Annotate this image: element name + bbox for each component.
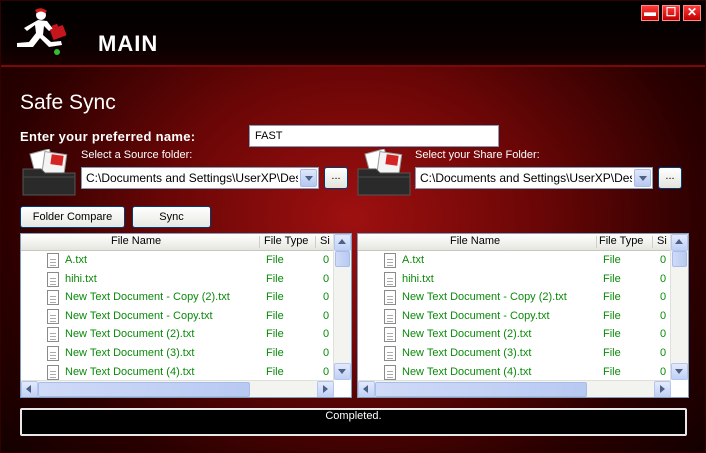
scroll-right-arrow-icon[interactable] (654, 381, 671, 397)
file-icon (384, 364, 396, 380)
file-icon (47, 271, 59, 287)
chevron-down-icon[interactable] (634, 169, 651, 187)
horizontal-scrollbar[interactable] (21, 380, 334, 397)
share-folder-label: Select your Share Folder: (415, 149, 540, 161)
file-icon (384, 253, 396, 268)
preferred-name-input[interactable] (249, 125, 499, 147)
scroll-down-arrow-icon[interactable] (334, 363, 351, 380)
source-folder-combobox[interactable]: C:\Documents and Settings\UserXP\Deskt (81, 167, 319, 189)
file-icon (384, 290, 396, 306)
list-item[interactable]: New Text Document - Copy.txt File 0 (358, 307, 671, 326)
chevron-down-icon[interactable] (300, 169, 317, 187)
scroll-thumb[interactable] (38, 382, 250, 397)
list-item[interactable]: New Text Document (3).txt File 0 (358, 344, 671, 363)
share-folder-combobox[interactable]: C:\Documents and Settings\UserXP\Deskt (415, 167, 653, 189)
list-rows: A.txt File 0 hihi.txt File 0 New Text Docume… (21, 251, 334, 380)
folder-documents-icon (22, 149, 76, 196)
scroll-thumb[interactable] (672, 251, 687, 267)
scroll-up-arrow-icon[interactable] (671, 234, 688, 251)
source-browse-button[interactable]: ... (324, 167, 348, 189)
scroll-thumb[interactable] (375, 382, 587, 397)
scroll-left-arrow-icon[interactable] (21, 381, 38, 397)
file-icon (384, 327, 396, 343)
close-button[interactable]: ✕ (683, 5, 701, 21)
app-window: MAIN ▬ ☐ ✕ Safe Sync Enter your preferre… (0, 0, 706, 453)
column-file-type[interactable]: File Type (599, 235, 643, 247)
sync-button[interactable]: Sync (132, 206, 211, 228)
list-item[interactable]: A.txt File 0 (21, 251, 334, 270)
folder-compare-button[interactable]: Folder Compare (20, 206, 125, 228)
source-folder-label: Select a Source folder: (81, 149, 193, 161)
file-icon (47, 327, 59, 343)
file-icon (47, 290, 59, 306)
list-item[interactable]: New Text Document - Copy (2).txt File 0 (358, 288, 671, 307)
file-icon (384, 271, 396, 287)
list-item[interactable]: New Text Document - Copy.txt File 0 (21, 307, 334, 326)
list-header: File Name File Type Si (358, 234, 671, 251)
list-item[interactable]: New Text Document (3).txt File 0 (21, 344, 334, 363)
column-file-name[interactable]: File Name (111, 235, 161, 247)
vertical-scrollbar[interactable] (333, 234, 351, 380)
column-size[interactable]: Si (657, 235, 667, 247)
list-item[interactable]: hihi.txt File 0 (21, 270, 334, 289)
minimize-button[interactable]: ▬ (641, 5, 659, 21)
list-item[interactable]: New Text Document - Copy (2).txt File 0 (21, 288, 334, 307)
file-icon (47, 253, 59, 268)
status-bar: Completed. (20, 408, 687, 436)
app-title: MAIN (98, 31, 159, 56)
list-rows: A.txt File 0 hihi.txt File 0 New Text Docume… (358, 251, 671, 380)
list-item[interactable]: New Text Document (4).txt File 0 (21, 363, 334, 380)
page-heading: Safe Sync (20, 91, 116, 114)
source-folder-path: C:\Documents and Settings\UserXP\Deskt (86, 171, 298, 185)
list-item[interactable]: New Text Document (2).txt File 0 (21, 325, 334, 344)
title-bar-divider (1, 65, 705, 67)
scroll-down-arrow-icon[interactable] (671, 363, 688, 380)
file-icon (384, 308, 396, 324)
runner-logo-icon (17, 8, 67, 55)
list-item[interactable]: New Text Document (4).txt File 0 (358, 363, 671, 380)
file-icon (47, 345, 59, 361)
column-size[interactable]: Si (320, 235, 330, 247)
list-item[interactable]: A.txt File 0 (358, 251, 671, 270)
column-file-name[interactable]: File Name (450, 235, 500, 247)
source-file-list[interactable]: File Name File Type Si A.txt File 0 hihi.t… (20, 233, 352, 398)
scroll-up-arrow-icon[interactable] (334, 234, 351, 251)
column-file-type[interactable]: File Type (264, 235, 308, 247)
horizontal-scrollbar[interactable] (358, 380, 671, 397)
preferred-name-label: Enter your preferred name: (20, 129, 196, 144)
folder-documents-icon (357, 149, 411, 196)
window-controls: ▬ ☐ ✕ (641, 5, 701, 21)
vertical-scrollbar[interactable] (670, 234, 688, 380)
scroll-right-arrow-icon[interactable] (317, 381, 334, 397)
list-item[interactable]: New Text Document (2).txt File 0 (358, 325, 671, 344)
maximize-button[interactable]: ☐ (662, 5, 680, 21)
scroll-thumb[interactable] (335, 251, 350, 267)
file-icon (47, 364, 59, 380)
share-browse-button[interactable]: ... (658, 167, 682, 189)
file-icon (384, 345, 396, 361)
file-icon (47, 308, 59, 324)
share-folder-path: C:\Documents and Settings\UserXP\Deskt (420, 171, 632, 185)
scroll-left-arrow-icon[interactable] (358, 381, 375, 397)
list-item[interactable]: hihi.txt File 0 (358, 270, 671, 289)
share-file-list[interactable]: File Name File Type Si A.txt File 0 hihi.t… (357, 233, 689, 398)
list-header: File Name File Type Si (21, 234, 334, 251)
